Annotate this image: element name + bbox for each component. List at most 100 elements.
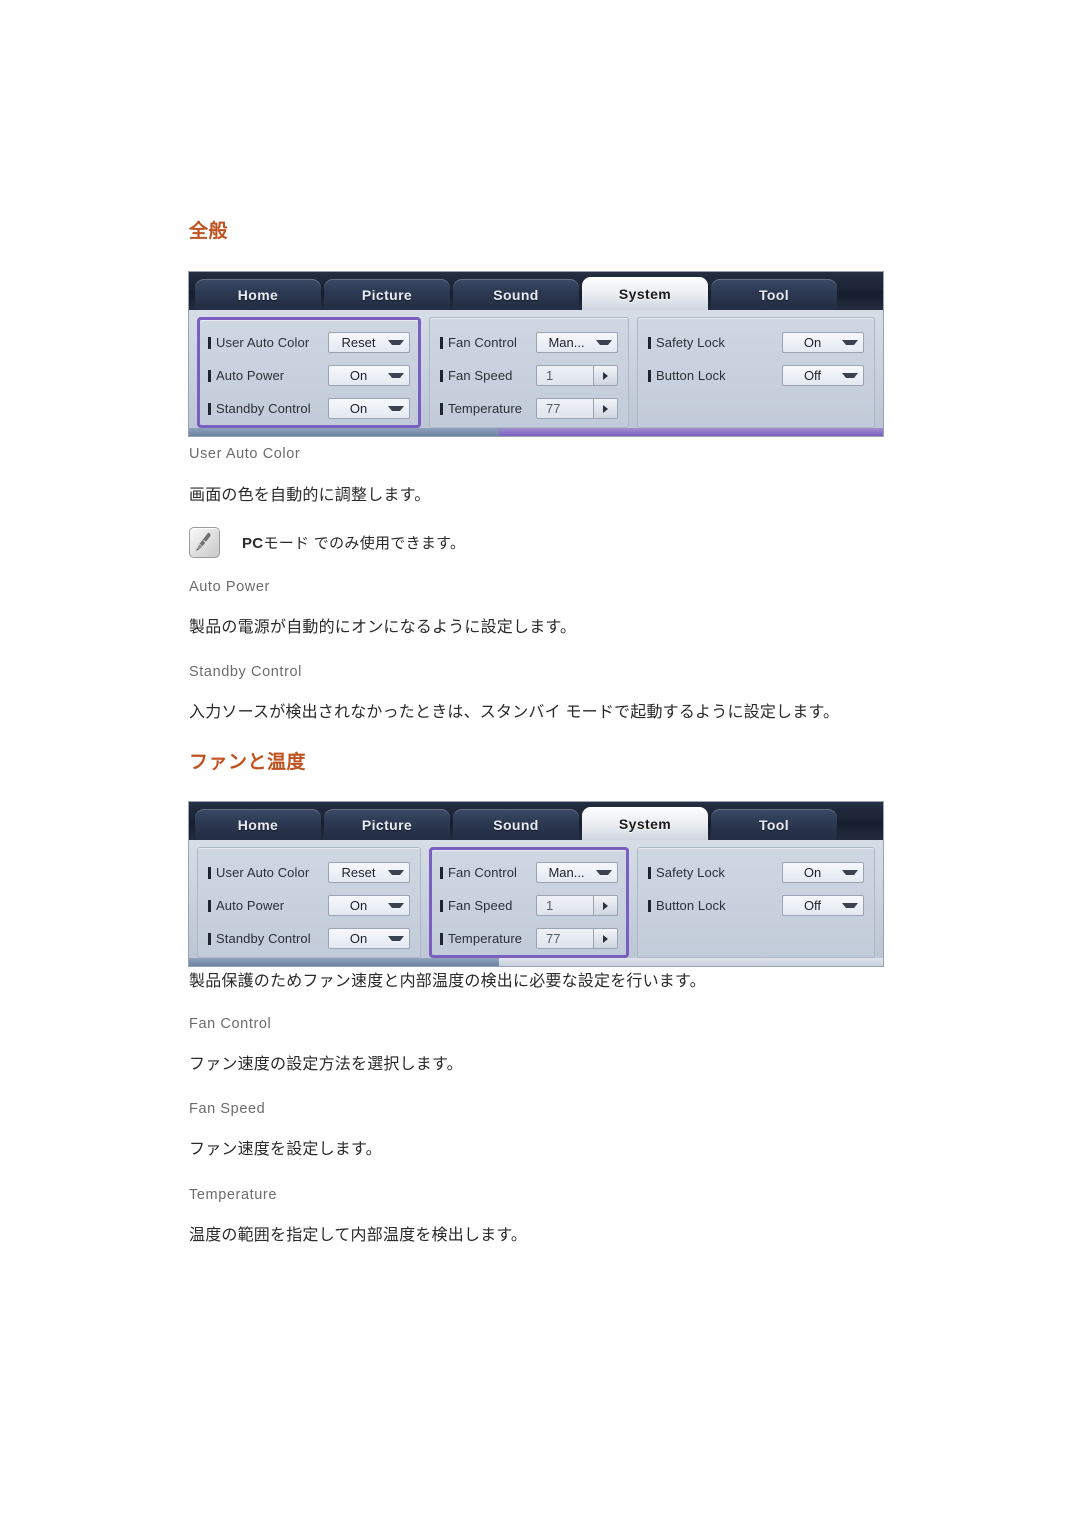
note-text-rest: モード でのみ使用できます。 (263, 535, 466, 552)
bullet-icon (648, 899, 651, 912)
osd-label-text: Button Lock (656, 898, 726, 913)
select-value: Man... (548, 335, 585, 350)
osd-tab-picture[interactable]: Picture (324, 809, 450, 840)
fan-control-select[interactable]: Man... (536, 862, 618, 883)
entry-standby-control: Standby Control (189, 664, 889, 681)
button-lock-select[interactable]: Off (782, 365, 864, 386)
entry-temperature: Temperature (189, 1187, 889, 1204)
osd-footer-segment (499, 958, 883, 966)
osd-group-general[interactable]: User Auto Color Reset Auto Power On Stan… (197, 847, 421, 958)
osd-tab-tool[interactable]: Tool (711, 279, 837, 310)
temperature-stepper[interactable]: 77 (536, 398, 618, 419)
osd-tab-system[interactable]: System (582, 277, 708, 310)
osd-row-safety-lock[interactable]: Safety Lock On (648, 856, 864, 889)
safety-lock-select[interactable]: On (782, 862, 864, 883)
osd-group-general[interactable]: User Auto Color Reset Auto Power On Stan… (197, 317, 421, 428)
entry-fan-speed-body: ファン速度を設定します。 (189, 1138, 889, 1162)
select-value: On (803, 865, 822, 880)
osd-tab-label: System (618, 285, 672, 302)
select-value: On (349, 368, 368, 383)
osd-group-fan[interactable]: Fan Control Man... Fan Speed 1 Temperatu… (429, 847, 629, 958)
osd-row-standby-control[interactable]: Standby Control On (208, 392, 410, 425)
osd-row-fan-control[interactable]: Fan Control Man... (440, 326, 618, 359)
section-fan-intro: 製品保護のためファン速度と内部温度の検出に必要な設定を行います。 (189, 970, 949, 994)
auto-power-select[interactable]: On (328, 895, 410, 916)
entry-user-auto-color-body: 画面の色を自動的に調整します。 (189, 484, 889, 508)
osd-row-standby-control[interactable]: Standby Control On (208, 922, 410, 955)
select-value: On (349, 898, 368, 913)
entry-user-auto-color: User Auto Color (189, 446, 889, 463)
auto-power-select[interactable]: On (328, 365, 410, 386)
temperature-stepper[interactable]: 77 (536, 928, 618, 949)
fan-speed-stepper[interactable]: 1 (536, 895, 618, 916)
osd-row-temperature[interactable]: Temperature 77 (440, 922, 618, 955)
osd-row-button-lock[interactable]: Button Lock Off (648, 359, 864, 392)
osd-group-lock[interactable]: Safety Lock On Button Lock Off (637, 847, 875, 958)
osd-row-fan-speed[interactable]: Fan Speed 1 (440, 889, 618, 922)
osd-row-label: Fan Speed (440, 898, 536, 913)
osd-row-user-auto-color[interactable]: User Auto Color Reset (208, 326, 410, 359)
osd-body: User Auto Color Reset Auto Power On Stan… (189, 840, 883, 958)
osd-row-label: Auto Power (208, 368, 328, 383)
osd-tabbar: Home Picture Sound System Tool (189, 272, 883, 310)
osd-label-text: Safety Lock (656, 865, 726, 880)
osd-tab-tool[interactable]: Tool (711, 809, 837, 840)
stepper-increase-button[interactable] (593, 366, 617, 385)
standby-control-select[interactable]: On (328, 398, 410, 419)
chevron-down-icon (388, 903, 404, 908)
osd-row-auto-power[interactable]: Auto Power On (208, 359, 410, 392)
entry-title: Auto Power (189, 579, 270, 595)
safety-lock-select[interactable]: On (782, 332, 864, 353)
chevron-down-icon (842, 870, 858, 875)
bullet-icon (440, 932, 443, 945)
osd-label-text: Safety Lock (656, 335, 726, 350)
chevron-down-icon (388, 870, 404, 875)
user-auto-color-select[interactable]: Reset (328, 862, 410, 883)
osd-row-auto-power[interactable]: Auto Power On (208, 889, 410, 922)
osd-tab-home[interactable]: Home (195, 279, 321, 310)
chevron-right-icon (603, 371, 608, 380)
osd-label-text: Standby Control (216, 931, 311, 946)
osd-row-fan-control[interactable]: Fan Control Man... (440, 856, 618, 889)
osd-row-safety-lock[interactable]: Safety Lock On (648, 326, 864, 359)
osd-screenshot-general: Home Picture Sound System Tool User Auto… (189, 272, 889, 436)
osd-row-fan-speed[interactable]: Fan Speed 1 (440, 359, 618, 392)
select-value: On (803, 335, 822, 350)
chevron-down-icon (596, 340, 612, 345)
osd-group-fan[interactable]: Fan Control Man... Fan Speed 1 Temperatu… (429, 317, 629, 428)
select-value: On (349, 931, 368, 946)
stepper-increase-button[interactable] (593, 399, 617, 418)
button-lock-select[interactable]: Off (782, 895, 864, 916)
osd-row-user-auto-color[interactable]: User Auto Color Reset (208, 856, 410, 889)
entry-auto-power-body: 製品の電源が自動的にオンになるように設定します。 (189, 616, 889, 640)
entry-temperature-body: 温度の範囲を指定して内部温度を検出します。 (189, 1224, 889, 1248)
user-auto-color-select[interactable]: Reset (328, 332, 410, 353)
chevron-right-icon (603, 404, 608, 413)
osd-tab-picture[interactable]: Picture (324, 279, 450, 310)
osd-row-label: User Auto Color (208, 865, 328, 880)
section-heading-general: 全般 (189, 221, 229, 242)
osd-footer-segment-selected (499, 428, 883, 436)
chevron-right-icon (603, 934, 608, 943)
osd-footer-strip (189, 428, 883, 436)
osd-tab-sound[interactable]: Sound (453, 809, 579, 840)
stepper-increase-button[interactable] (593, 929, 617, 948)
osd-label-text: Auto Power (216, 368, 285, 383)
standby-control-select[interactable]: On (328, 928, 410, 949)
osd-tab-system[interactable]: System (582, 807, 708, 840)
section-heading-fan-temperature: ファンと温度 (189, 752, 307, 773)
osd-row-label: Button Lock (648, 368, 782, 383)
osd-row-button-lock[interactable]: Button Lock Off (648, 889, 864, 922)
bullet-icon (648, 369, 651, 382)
chevron-right-icon (603, 901, 608, 910)
osd-tab-sound[interactable]: Sound (453, 279, 579, 310)
fan-speed-stepper[interactable]: 1 (536, 365, 618, 386)
select-value: Off (803, 898, 822, 913)
entry-title: Fan Speed (189, 1101, 266, 1117)
fan-control-select[interactable]: Man... (536, 332, 618, 353)
osd-tab-home[interactable]: Home (195, 809, 321, 840)
osd-row-temperature[interactable]: Temperature 77 (440, 392, 618, 425)
osd-group-lock[interactable]: Safety Lock On Button Lock Off (637, 317, 875, 428)
stepper-increase-button[interactable] (593, 896, 617, 915)
osd-footer-segment (189, 428, 499, 436)
